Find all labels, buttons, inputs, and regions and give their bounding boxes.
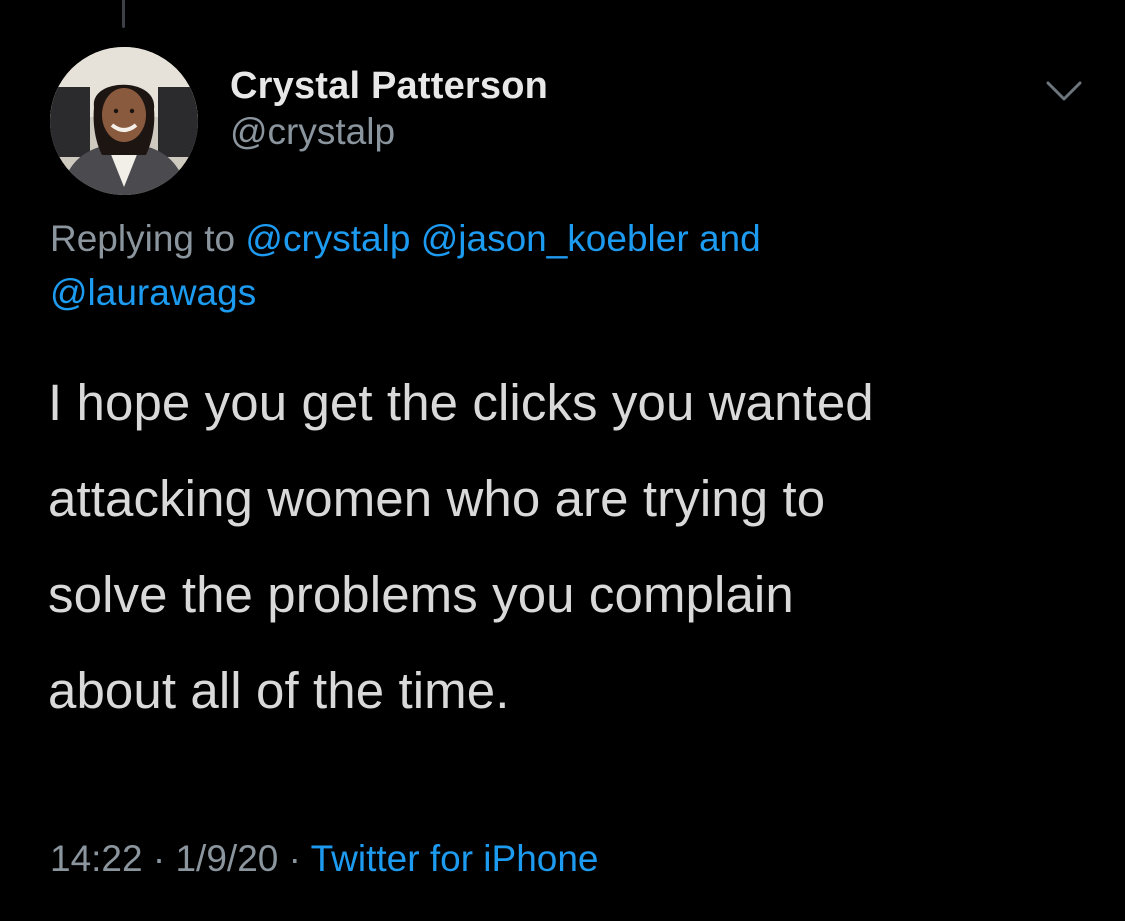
author-display-name[interactable]: Crystal Patterson bbox=[230, 62, 548, 110]
mention-link[interactable]: @laurawags bbox=[50, 272, 256, 313]
avatar-photo bbox=[50, 47, 198, 195]
mention-link[interactable]: @jason_koebler bbox=[421, 218, 689, 259]
mention-conjunction[interactable]: and bbox=[699, 218, 761, 259]
tweet-text-line: about all of the time. bbox=[48, 662, 510, 719]
reply-context: Replying to @crystalp @jason_koebler and… bbox=[50, 212, 1070, 320]
mention-link[interactable]: @crystalp bbox=[245, 218, 410, 259]
meta-separator: · bbox=[288, 838, 301, 879]
avatar[interactable] bbox=[50, 47, 198, 195]
tweet-source-link[interactable]: Twitter for iPhone bbox=[311, 838, 599, 879]
replying-to-label: Replying to bbox=[50, 218, 236, 259]
tweet-text-line: solve the problems you complain bbox=[48, 566, 794, 623]
chevron-down-icon[interactable] bbox=[1042, 76, 1086, 106]
author-handle[interactable]: @crystalp bbox=[230, 110, 548, 154]
tweet-metadata: 14:22 · 1/9/20 · Twitter for iPhone bbox=[50, 834, 599, 884]
thread-connector-line bbox=[122, 0, 125, 28]
tweet-text-line: attacking women who are trying to bbox=[48, 470, 826, 527]
meta-separator: · bbox=[152, 838, 166, 879]
tweet-text-line: I hope you get the clicks you wanted bbox=[48, 374, 874, 431]
tweet-time[interactable]: 14:22 bbox=[50, 838, 143, 879]
tweet-date[interactable]: 1/9/20 bbox=[175, 838, 278, 879]
tweet-text: I hope you get the clicks you wanted att… bbox=[48, 355, 1108, 739]
author-block[interactable]: Crystal Patterson @crystalp bbox=[230, 62, 548, 154]
